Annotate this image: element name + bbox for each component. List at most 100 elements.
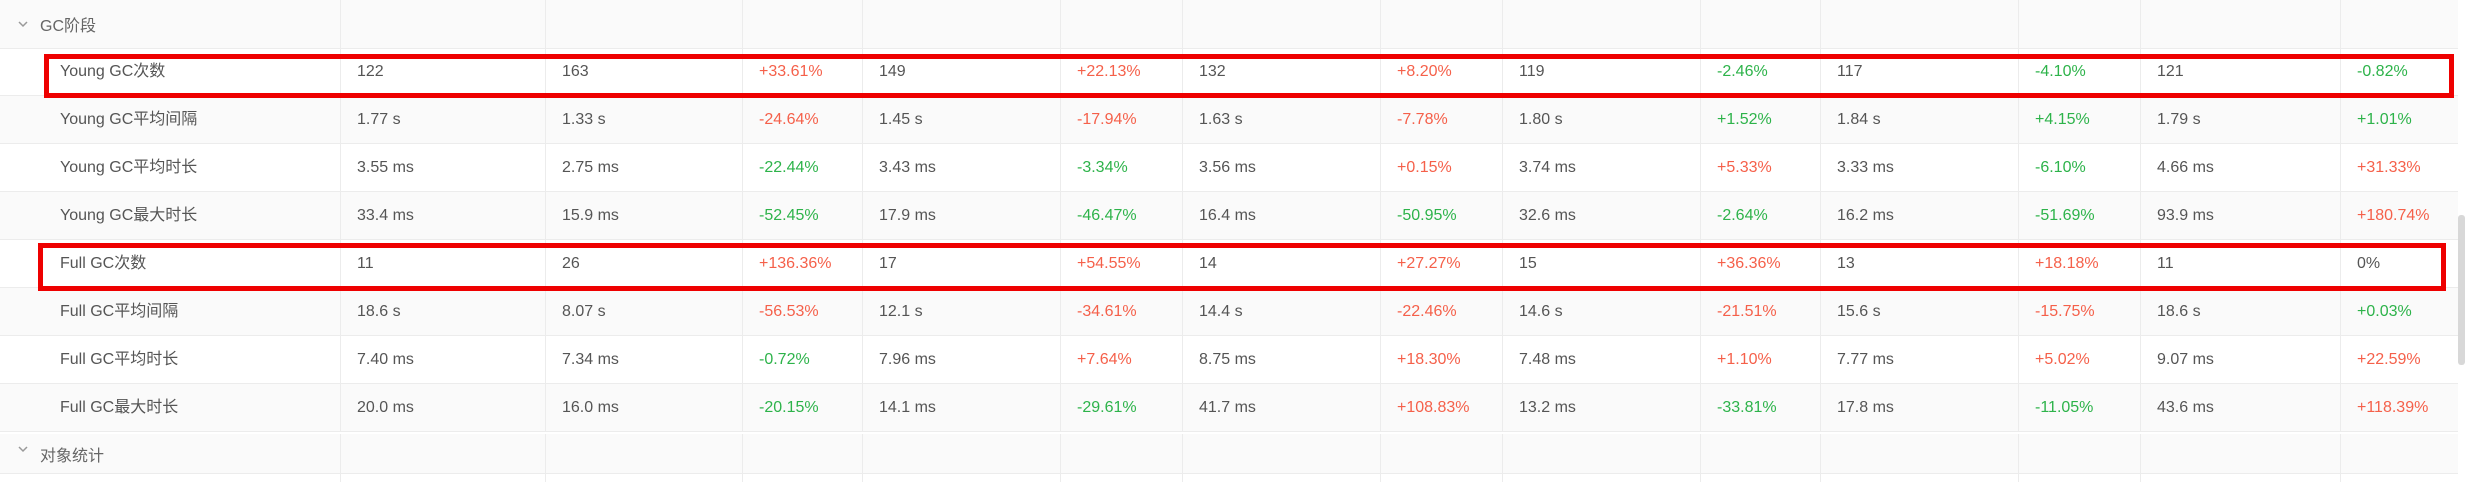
change-percent-cell: -2.46% bbox=[1700, 48, 1820, 95]
table-row: Young GC最大时长 33.4 ms 15.9 ms -52.45% 17.9 ms… bbox=[0, 192, 2458, 240]
change-percent-cell: +18.30% bbox=[1380, 336, 1502, 383]
chevron-down-icon[interactable] bbox=[16, 442, 30, 456]
column-divider bbox=[1182, 0, 1183, 48]
metric-value-cell: 13 bbox=[1820, 240, 2018, 287]
gc-comparison-table: GC阶段 Young GC次数 122 163 +33.61% 149 +22.13% 13… bbox=[0, 0, 2458, 482]
metric-value-cell: 14.1 ms bbox=[862, 384, 1060, 431]
row-label: Young GC次数 bbox=[60, 63, 166, 80]
change-percent-cell: +1.01% bbox=[2340, 96, 2458, 143]
metric-value-cell: 1.80 s bbox=[1502, 96, 1700, 143]
metric-value-cell: 3.33 ms bbox=[1820, 144, 2018, 191]
change-percent-cell: -6.10% bbox=[2018, 144, 2140, 191]
column-divider bbox=[1700, 0, 1701, 48]
column-divider bbox=[545, 434, 546, 482]
metric-value-cell: 7.96 ms bbox=[862, 336, 1060, 383]
change-percent-cell: -22.46% bbox=[1380, 288, 1502, 335]
metric-value-cell: 122 bbox=[340, 48, 545, 95]
row-label: Young GC平均时长 bbox=[60, 159, 198, 176]
metric-value-cell: 3.74 ms bbox=[1502, 144, 1700, 191]
metric-value-cell: 17.9 ms bbox=[862, 192, 1060, 239]
change-percent-cell: +36.36% bbox=[1700, 240, 1820, 287]
metric-value-cell: 1.77 s bbox=[340, 96, 545, 143]
column-divider bbox=[2018, 434, 2019, 482]
column-divider bbox=[545, 0, 546, 48]
change-percent-cell: -11.05% bbox=[2018, 384, 2140, 431]
row-label: Full GC平均间隔 bbox=[60, 303, 179, 320]
group-header-object-stats[interactable]: 对象统计 bbox=[0, 434, 2458, 482]
column-divider bbox=[1380, 0, 1381, 48]
metric-value-cell: 163 bbox=[545, 48, 742, 95]
metric-value-cell: 14 bbox=[1182, 240, 1380, 287]
metric-value-cell: 1.33 s bbox=[545, 96, 742, 143]
change-percent-cell: +5.02% bbox=[2018, 336, 2140, 383]
metric-value-cell: 8.07 s bbox=[545, 288, 742, 335]
change-percent-cell: -17.94% bbox=[1060, 96, 1182, 143]
group-label: GC阶段 bbox=[40, 18, 97, 35]
change-percent-cell: +1.52% bbox=[1700, 96, 1820, 143]
metric-value-cell: 20.0 ms bbox=[340, 384, 545, 431]
column-divider bbox=[1700, 434, 1701, 482]
column-divider bbox=[1820, 0, 1821, 48]
change-percent-cell: +22.59% bbox=[2340, 336, 2458, 383]
change-percent-cell: -51.69% bbox=[2018, 192, 2140, 239]
metric-value-cell: 11 bbox=[340, 240, 545, 287]
column-divider bbox=[862, 0, 863, 48]
row-label: Young GC最大时长 bbox=[60, 207, 198, 224]
metric-value-cell: 15 bbox=[1502, 240, 1700, 287]
metric-value-cell: 1.79 s bbox=[2140, 96, 2340, 143]
change-percent-cell: +22.13% bbox=[1060, 48, 1182, 95]
change-percent-cell: -0.72% bbox=[742, 336, 862, 383]
metric-value-cell: 1.45 s bbox=[862, 96, 1060, 143]
metric-value-cell: 7.40 ms bbox=[340, 336, 545, 383]
metric-value-cell: 41.7 ms bbox=[1182, 384, 1380, 431]
metric-value-cell: 2.75 ms bbox=[545, 144, 742, 191]
column-divider bbox=[1502, 434, 1503, 482]
change-percent-cell: -0.82% bbox=[2340, 48, 2458, 95]
change-percent-cell: -15.75% bbox=[2018, 288, 2140, 335]
change-percent-cell: -20.15% bbox=[742, 384, 862, 431]
metric-value-cell: 132 bbox=[1182, 48, 1380, 95]
group-header-gc-stage[interactable]: GC阶段 bbox=[0, 0, 2458, 49]
metric-value-cell: 13.2 ms bbox=[1502, 384, 1700, 431]
chevron-down-icon[interactable] bbox=[16, 17, 30, 31]
metric-value-cell: 8.75 ms bbox=[1182, 336, 1380, 383]
metric-value-cell: 4.66 ms bbox=[2140, 144, 2340, 191]
change-percent-cell: +0.15% bbox=[1380, 144, 1502, 191]
metric-value-cell: 14.4 s bbox=[1182, 288, 1380, 335]
table-row: Full GC最大时长 20.0 ms 16.0 ms -20.15% 14.1 ms -… bbox=[0, 384, 2458, 432]
metric-value-cell: 12.1 s bbox=[862, 288, 1060, 335]
table-row: Full GC平均间隔 18.6 s 8.07 s -56.53% 12.1 s -34.… bbox=[0, 288, 2458, 336]
column-divider bbox=[862, 434, 863, 482]
metric-value-cell: 16.2 ms bbox=[1820, 192, 2018, 239]
column-divider bbox=[340, 0, 341, 48]
metric-value-cell: 3.43 ms bbox=[862, 144, 1060, 191]
column-divider bbox=[742, 0, 743, 48]
change-percent-cell: +180.74% bbox=[2340, 192, 2458, 239]
metric-value-cell: 15.9 ms bbox=[545, 192, 742, 239]
metric-value-cell: 121 bbox=[2140, 48, 2340, 95]
change-percent-cell: +108.83% bbox=[1380, 384, 1502, 431]
table-row: Young GC平均间隔 1.77 s 1.33 s -24.64% 1.45 s -17… bbox=[0, 96, 2458, 144]
column-divider bbox=[742, 434, 743, 482]
column-divider bbox=[2018, 0, 2019, 48]
metric-value-cell: 1.63 s bbox=[1182, 96, 1380, 143]
column-divider bbox=[2140, 434, 2141, 482]
change-percent-cell: -21.51% bbox=[1700, 288, 1820, 335]
change-percent-cell: -4.10% bbox=[2018, 48, 2140, 95]
change-percent-cell: +7.64% bbox=[1060, 336, 1182, 383]
column-divider bbox=[2340, 0, 2341, 48]
metric-value-cell: 93.9 ms bbox=[2140, 192, 2340, 239]
change-percent-cell: +54.55% bbox=[1060, 240, 1182, 287]
metric-value-cell: 16.4 ms bbox=[1182, 192, 1380, 239]
change-percent-cell: +136.36% bbox=[742, 240, 862, 287]
change-percent-cell: +118.39% bbox=[2340, 384, 2458, 431]
vertical-scrollbar[interactable] bbox=[2458, 215, 2465, 365]
change-percent-cell: +5.33% bbox=[1700, 144, 1820, 191]
metric-value-cell: 17.8 ms bbox=[1820, 384, 2018, 431]
column-divider bbox=[340, 434, 341, 482]
group-label: 对象统计 bbox=[40, 448, 105, 465]
metric-value-cell: 11 bbox=[2140, 240, 2340, 287]
change-percent-cell: -3.34% bbox=[1060, 144, 1182, 191]
column-divider bbox=[1820, 434, 1821, 482]
change-percent-cell: +1.10% bbox=[1700, 336, 1820, 383]
